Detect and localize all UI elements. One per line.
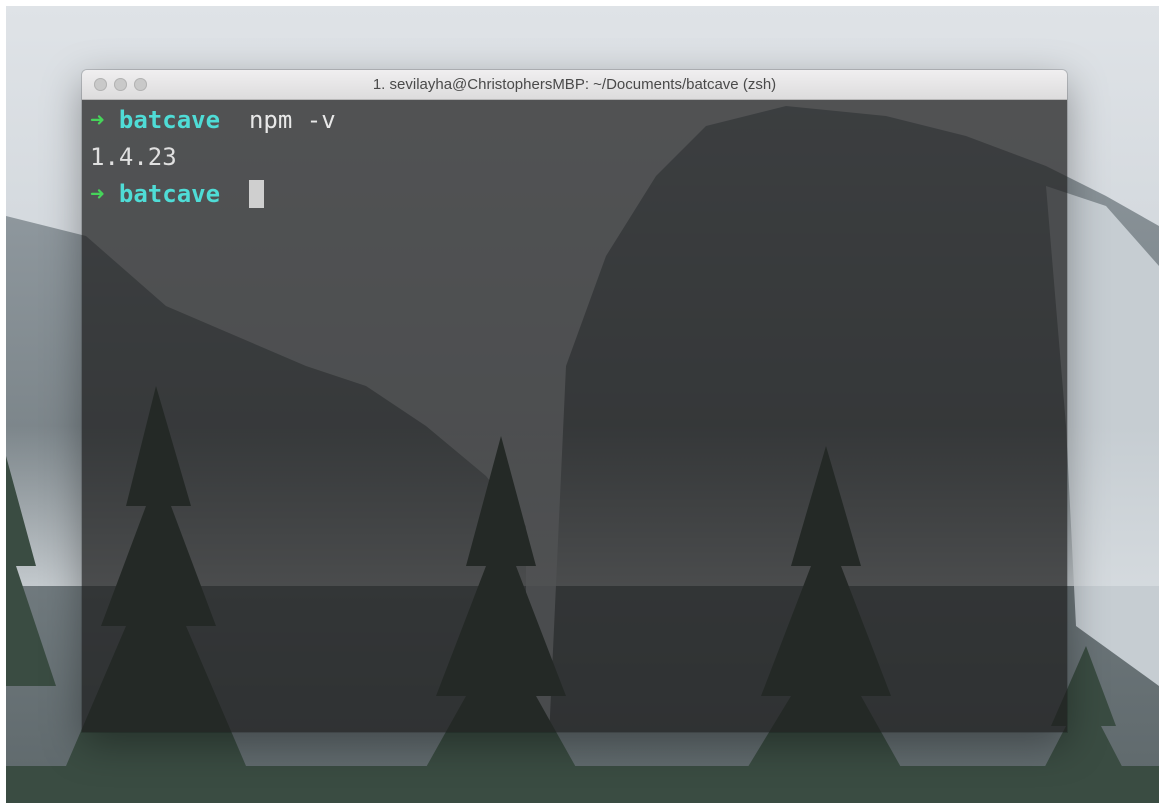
terminal-line: ➜ batcave npm -v [90, 102, 1067, 139]
command-text: npm -v [248, 106, 336, 134]
text-cursor[interactable] [248, 180, 264, 208]
right-arrow-icon: ➜ [90, 106, 105, 134]
terminal-line: ➜ batcave [90, 176, 1067, 213]
prompt-directory: batcave [118, 180, 221, 208]
command-output: 1.4.23 [90, 143, 177, 171]
terminal-line: 1.4.23 [90, 139, 1067, 176]
desktop: 1. sevilayha@ChristophersMBP: ~/Document… [0, 0, 1159, 805]
prompt-directory: batcave [118, 106, 221, 134]
terminal-content[interactable]: ➜ batcave npm -v 1.4.23 ➜ batcave [82, 100, 1067, 732]
terminal-window[interactable]: 1. sevilayha@ChristophersMBP: ~/Document… [82, 70, 1067, 732]
window-title: 1. sevilayha@ChristophersMBP: ~/Document… [372, 76, 777, 93]
right-arrow-icon: ➜ [90, 180, 105, 208]
terminal-titlebar[interactable]: 1. sevilayha@ChristophersMBP: ~/Document… [82, 70, 1067, 100]
